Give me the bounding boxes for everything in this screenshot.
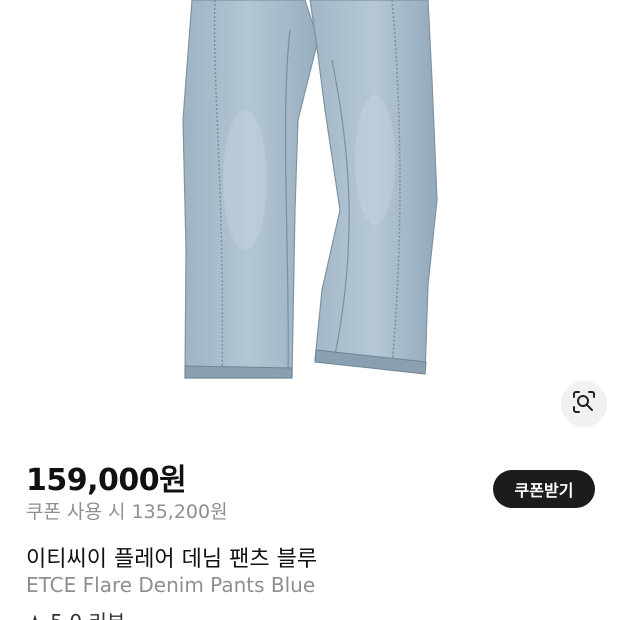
product-image[interactable] bbox=[0, 0, 620, 430]
product-price: 159,000원 bbox=[26, 463, 187, 498]
image-search-button[interactable] bbox=[561, 381, 607, 427]
denim-pants-illustration bbox=[182, 0, 438, 379]
product-title-english: ETCE Flare Denim Pants Blue bbox=[26, 573, 316, 597]
coupon-price: 쿠폰 사용 시 135,200원 bbox=[26, 501, 228, 523]
rating-text: ★ 5.0 리뷰 bbox=[26, 610, 166, 620]
image-search-icon bbox=[571, 389, 597, 420]
product-title-korean: 이티씨이 플레어 데님 팬츠 블루 bbox=[26, 547, 318, 572]
rating-row: ★ 5.0 리뷰 bbox=[26, 610, 166, 620]
get-coupon-button[interactable]: 쿠폰받기 bbox=[493, 470, 595, 508]
